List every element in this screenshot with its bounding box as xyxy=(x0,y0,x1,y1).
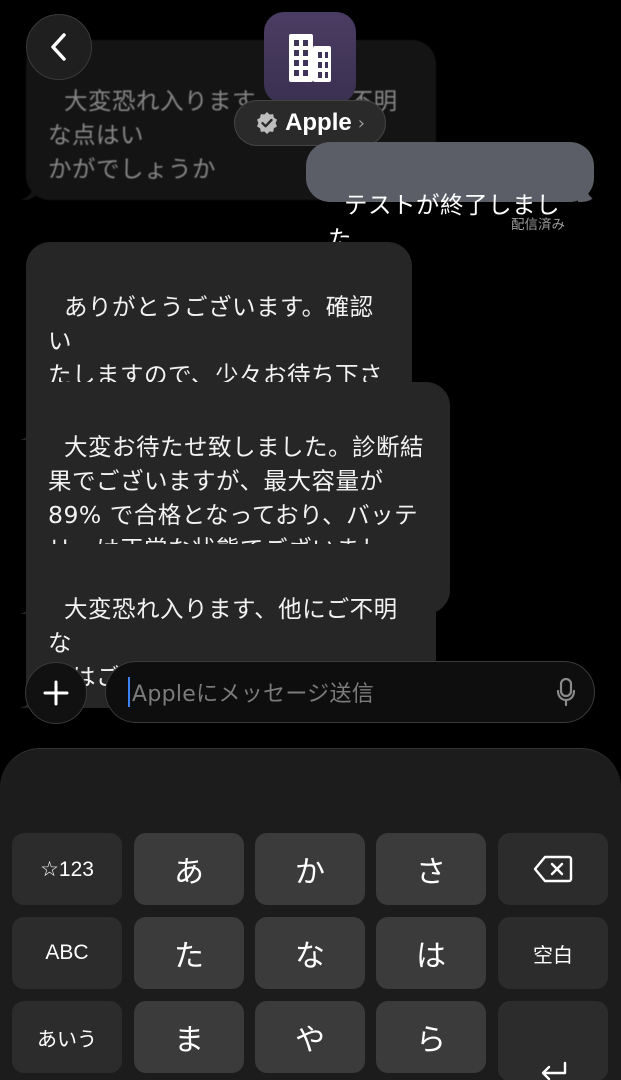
key-delete[interactable] xyxy=(498,833,608,905)
key-a[interactable]: あ xyxy=(134,833,244,905)
text-caret xyxy=(128,677,130,707)
key-ra[interactable]: ら xyxy=(376,1001,486,1073)
message-input-placeholder: Appleにメッセージ送信 xyxy=(132,682,375,707)
key-return[interactable] xyxy=(498,1001,608,1080)
key-label: か xyxy=(295,855,325,890)
key-na[interactable]: な xyxy=(255,917,365,989)
key-label: ま xyxy=(174,1023,204,1058)
key-ka[interactable]: か xyxy=(255,833,365,905)
key-label: あいう xyxy=(37,1026,97,1051)
chevron-right-icon: › xyxy=(357,112,365,134)
contact-avatar[interactable] xyxy=(264,12,356,104)
message-bubble-outgoing[interactable]: テストが終了しました xyxy=(306,142,594,253)
key-ma[interactable]: ま xyxy=(134,1001,244,1073)
key-ta[interactable]: た xyxy=(134,917,244,989)
contact-name: Apple xyxy=(285,109,352,136)
key-space[interactable]: 空白 xyxy=(498,917,608,989)
building-icon xyxy=(289,34,331,82)
chevron-left-icon xyxy=(51,33,66,61)
key-ya[interactable]: や xyxy=(255,1001,365,1073)
message-input[interactable]: Appleにメッセージ送信 xyxy=(105,661,595,723)
key-kana[interactable]: あいう xyxy=(12,1001,122,1073)
keyboard: ☆123 あ か さ ABC た な は 空白 あいう ま や ら xyxy=(0,748,621,1080)
add-attachment-button[interactable] xyxy=(25,662,87,724)
return-icon xyxy=(541,1061,567,1080)
key-numbers[interactable]: ☆123 xyxy=(12,833,122,905)
microphone-icon[interactable] xyxy=(556,677,576,707)
delivery-status: 配信済み xyxy=(511,217,565,233)
key-abc[interactable]: ABC xyxy=(12,917,122,989)
plus-icon xyxy=(43,680,69,706)
key-label: は xyxy=(416,939,446,974)
key-label: ら xyxy=(416,1023,446,1058)
key-label: 空白 xyxy=(533,942,573,967)
key-label: あ xyxy=(174,855,204,890)
key-label: さ xyxy=(416,855,446,890)
verified-badge-icon xyxy=(257,112,278,134)
key-label: や xyxy=(295,1023,325,1058)
key-label: な xyxy=(295,939,325,974)
key-label: ABC xyxy=(45,941,89,964)
contact-name-button[interactable]: Apple › xyxy=(234,100,386,146)
key-label: ☆123 xyxy=(40,857,94,881)
key-sa[interactable]: さ xyxy=(376,833,486,905)
key-label: た xyxy=(174,939,204,974)
backspace-icon xyxy=(533,855,573,883)
key-ha[interactable]: は xyxy=(376,917,486,989)
back-button[interactable] xyxy=(26,14,92,80)
